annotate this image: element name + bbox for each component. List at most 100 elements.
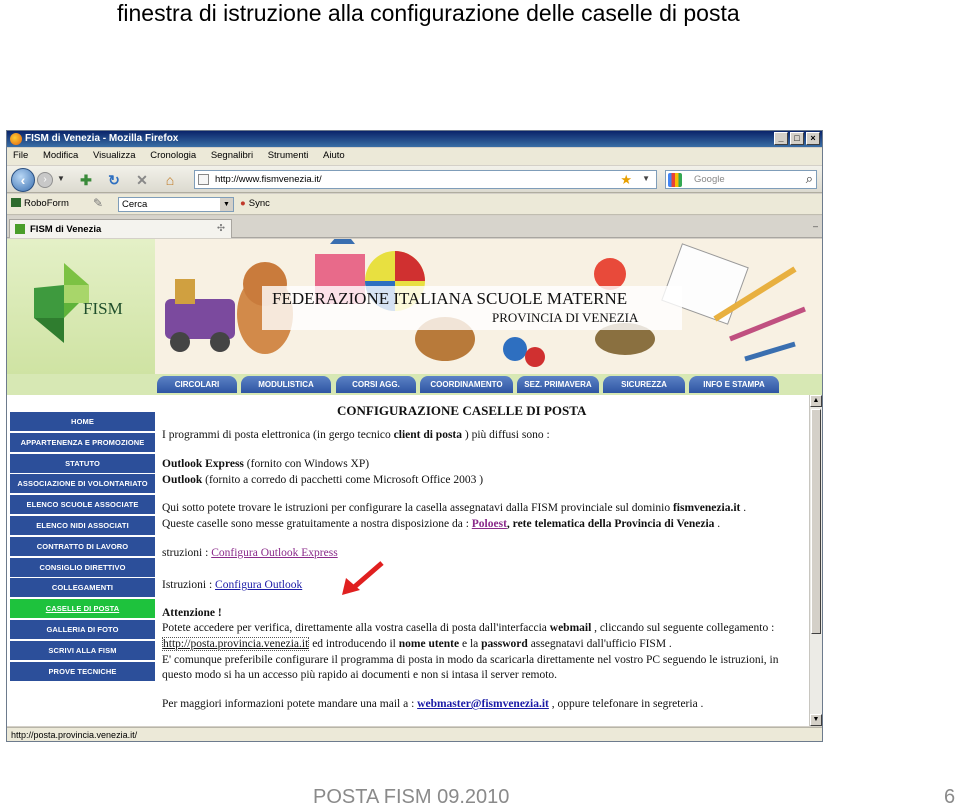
sidebar-item-appartenenza[interactable]: APPARTENENZA E PROMOZIONE bbox=[10, 432, 155, 452]
page-icon bbox=[198, 174, 209, 185]
sidebar-item-contratto[interactable]: CONTRATTO DI LAVORO bbox=[10, 536, 155, 556]
instructions-paragraph: Qui sotto potete trovare le istruzioni p… bbox=[162, 502, 747, 514]
tab-bar: FISM di Venezia ✣ – bbox=[7, 216, 822, 238]
sidebar-item-scrivi[interactable]: SCRIVI ALLA FISM bbox=[10, 640, 155, 660]
sidebar-item-scuole[interactable]: ELENCO SCUOLE ASSOCIATE bbox=[10, 495, 155, 515]
sidebar-item-statuto[interactable]: STATUTO bbox=[10, 453, 155, 473]
page-viewport: FISM FEDERAZIONE ITALIANA SCUOLE MATERNE… bbox=[7, 239, 822, 726]
sidebar-item-volontariato[interactable]: ASSOCIAZIONE DI VOLONTARIATO bbox=[10, 474, 155, 494]
bookmark-star-icon[interactable]: ★ bbox=[620, 172, 632, 188]
sync-button[interactable]: Sync bbox=[240, 198, 270, 209]
istruzioni-outlook-express: struzioni : Configura Outlook Express bbox=[162, 547, 338, 559]
top-navigation: CIRCOLARI MODULISTICA CORSI AGG. COORDIN… bbox=[7, 374, 822, 395]
stop-icon[interactable]: ✕ bbox=[133, 171, 151, 189]
sidebar-item-nidi[interactable]: ELENCO NIDI ASSOCIATI bbox=[10, 515, 155, 535]
home-icon[interactable]: ⌂ bbox=[161, 171, 179, 189]
poloest-link[interactable]: Poloest bbox=[472, 518, 507, 530]
sidebar-item-caselle-di-posta[interactable]: CASELLE DI POSTA bbox=[10, 599, 155, 619]
provider-paragraph: Queste caselle sono messe gratuitamente … bbox=[162, 518, 721, 530]
sidebar-item-collegamenti[interactable]: COLLEGAMENTI bbox=[10, 578, 155, 598]
roboform-button[interactable]: RoboForm bbox=[11, 198, 69, 209]
url-bar[interactable]: http://www.fismvenezia.it/ ★ ▼ bbox=[194, 170, 657, 189]
sidebar-item-consiglio[interactable]: CONSIGLIO DIRETTIVO bbox=[10, 557, 155, 577]
annotation-arrow-icon bbox=[342, 561, 384, 595]
menu-segnalibri[interactable]: Segnalibri bbox=[205, 148, 259, 161]
scroll-up-icon[interactable]: ▲ bbox=[810, 395, 822, 407]
tab-list-icon[interactable]: – bbox=[813, 221, 818, 231]
nav-circolari[interactable]: CIRCOLARI bbox=[157, 376, 237, 393]
preferred-paragraph: E' comunque preferibile configurare il p… bbox=[162, 654, 779, 666]
istruzioni-outlook: Istruzioni : Configura Outlook bbox=[162, 579, 303, 591]
fism-favicon-icon bbox=[15, 224, 25, 234]
vertical-scrollbar[interactable]: ▲ ▼ bbox=[809, 395, 822, 726]
slide-footer: POSTA FISM 09.2010 bbox=[313, 786, 510, 808]
roboform-toolbar: RoboForm ✎ Cerca ▼ Sync bbox=[7, 194, 822, 215]
scroll-down-icon[interactable]: ▼ bbox=[810, 714, 822, 726]
intro-paragraph: I programmi di posta elettronica (in ger… bbox=[162, 429, 550, 441]
client-outlook-express: Outlook Express (fornito con Windows XP) bbox=[162, 458, 370, 470]
sidebar-item-galleria[interactable]: GALLERIA DI FOTO bbox=[10, 619, 155, 639]
nav-sez-primavera[interactable]: SEZ. PRIMAVERA bbox=[517, 376, 599, 393]
contact-paragraph: Per maggiori informazioni potete mandare… bbox=[162, 698, 704, 710]
page-heading: CONFIGURAZIONE CASELLE DI POSTA bbox=[337, 403, 587, 418]
webmail-login-paragraph: http://posta.provincia.venezia.it ed int… bbox=[162, 637, 672, 651]
fism-logo[interactable]: FISM bbox=[7, 239, 155, 374]
nav-info-e-stampa[interactable]: INFO E STAMPA bbox=[689, 376, 779, 393]
firefox-icon bbox=[10, 133, 22, 145]
search-bar[interactable]: Google ⌕ bbox=[665, 170, 817, 189]
forward-arrow-icon[interactable]: › bbox=[37, 172, 53, 188]
menu-cronologia[interactable]: Cronologia bbox=[144, 148, 202, 161]
fism-logo-text: FISM bbox=[83, 299, 123, 318]
menu-strumenti[interactable]: Strumenti bbox=[262, 148, 315, 161]
slide-number: 6 bbox=[944, 786, 956, 808]
webmaster-email-link[interactable]: webmaster@fismvenezia.it bbox=[417, 698, 549, 710]
tab-close-icon[interactable]: ✣ bbox=[217, 223, 225, 234]
header-title: FEDERAZIONE ITALIANA SCUOLE MATERNE bbox=[272, 289, 628, 308]
sidebar-item-prove-tecniche[interactable]: PROVE TECNICHE bbox=[10, 661, 155, 681]
search-icon[interactable]: ⌕ bbox=[806, 171, 813, 187]
header-subtitle: PROVINCIA DI VENEZIA bbox=[492, 310, 639, 325]
status-text: http://posta.provincia.venezia.it/ bbox=[11, 730, 138, 740]
back-arrow-icon[interactable]: ‹ bbox=[11, 168, 35, 192]
url-dropdown-icon[interactable]: ▼ bbox=[642, 174, 650, 183]
nav-sicurezza[interactable]: SICUREZZA bbox=[603, 376, 685, 393]
reload-icon[interactable]: ↻ bbox=[105, 171, 123, 189]
menu-aiuto[interactable]: Aiuto bbox=[317, 148, 351, 161]
status-bar: http://posta.provincia.venezia.it/ bbox=[7, 727, 822, 741]
google-icon[interactable] bbox=[668, 173, 682, 187]
minimize-button[interactable]: _ bbox=[774, 132, 788, 145]
cerca-value: Cerca bbox=[122, 199, 148, 210]
close-button[interactable]: × bbox=[806, 132, 820, 145]
menu-file[interactable]: File bbox=[7, 148, 34, 161]
attention-heading: Attenzione ! bbox=[162, 607, 222, 619]
search-placeholder: Google bbox=[694, 174, 725, 185]
nav-coordinamento[interactable]: COORDINAMENTO bbox=[420, 376, 513, 393]
chevron-down-icon[interactable]: ▼ bbox=[220, 198, 233, 211]
navigation-toolbar: ‹ › ▼ ✚ ↻ ✕ ⌂ http://www.fismvenezia.it/… bbox=[7, 166, 822, 193]
webmail-link[interactable]: http://posta.provincia.venezia.it bbox=[162, 637, 310, 651]
sidebar-menu: HOME APPARTENENZA E PROMOZIONE STATUTO A… bbox=[10, 412, 155, 682]
maximize-button[interactable]: □ bbox=[790, 132, 804, 145]
menu-visualizza[interactable]: Visualizza bbox=[87, 148, 142, 161]
site-banner: FISM FEDERAZIONE ITALIANA SCUOLE MATERNE… bbox=[7, 239, 822, 374]
url-value: http://www.fismvenezia.it/ bbox=[215, 174, 322, 185]
window-titlebar: FISM di Venezia - Mozilla Firefox _ □ × bbox=[7, 131, 822, 147]
menu-modifica[interactable]: Modifica bbox=[37, 148, 84, 161]
add-bookmark-icon[interactable]: ✚ bbox=[77, 171, 95, 189]
sidebar-item-home[interactable]: HOME bbox=[10, 412, 155, 431]
window-title: FISM di Venezia - Mozilla Firefox bbox=[25, 133, 179, 144]
menu-bar: File Modifica Visualizza Cronologia Segn… bbox=[7, 148, 822, 165]
cerca-select[interactable]: Cerca ▼ bbox=[118, 197, 234, 212]
tab-fism-venezia[interactable]: FISM di Venezia ✣ bbox=[9, 219, 232, 238]
scroll-thumb[interactable] bbox=[811, 409, 821, 634]
nav-modulistica[interactable]: MODULISTICA bbox=[241, 376, 331, 393]
pencil-icon[interactable]: ✎ bbox=[93, 196, 103, 210]
configura-outlook-express-link[interactable]: Configura Outlook Express bbox=[211, 547, 337, 559]
client-outlook: Outlook (fornito a corredo di pacchetti … bbox=[162, 474, 484, 486]
configura-outlook-link[interactable]: Configura Outlook bbox=[215, 579, 302, 591]
history-dropdown-icon[interactable]: ▼ bbox=[57, 174, 65, 183]
webmail-paragraph: Potete accedere per verifica, direttamen… bbox=[162, 622, 775, 634]
slide-title: finestra di istruzione alla configurazio… bbox=[117, 0, 740, 26]
browser-screenshot: FISM di Venezia - Mozilla Firefox _ □ × … bbox=[6, 130, 823, 742]
nav-corsi-agg[interactable]: CORSI AGG. bbox=[336, 376, 416, 393]
